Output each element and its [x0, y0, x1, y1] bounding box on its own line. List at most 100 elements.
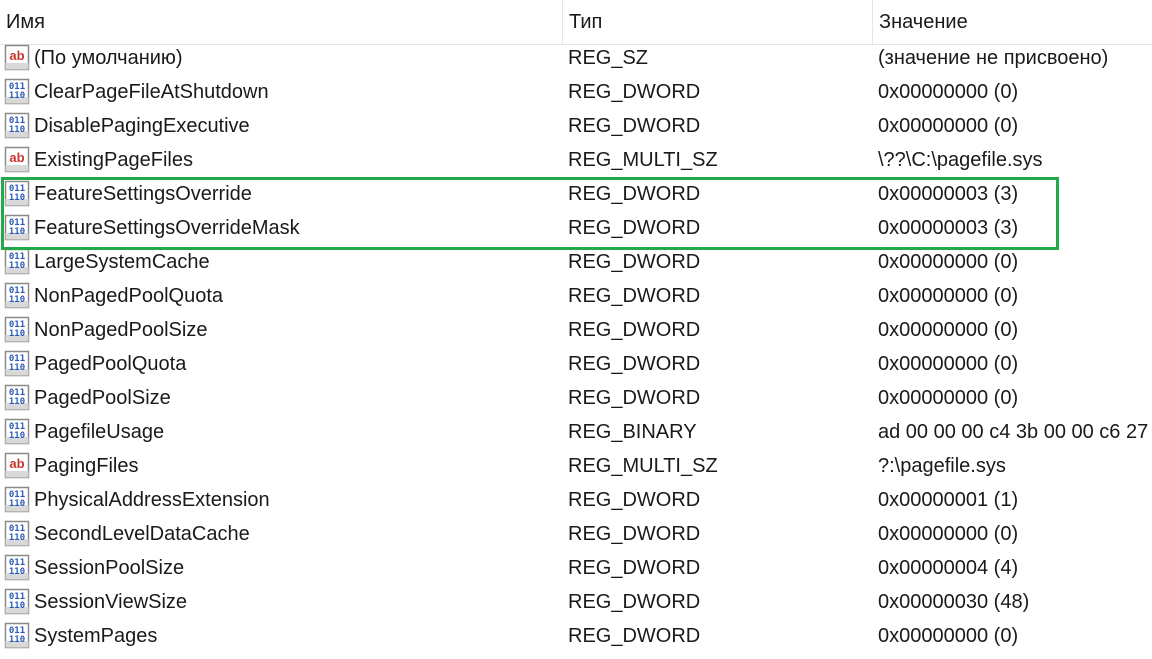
column-header-data[interactable]: Значение: [872, 0, 1152, 44]
value-data: 0x00000003 (3): [878, 183, 1019, 205]
value-name[interactable]: LargeSystemCache: [34, 245, 559, 279]
value-data: ?:\pagefile.sys: [878, 455, 1006, 477]
table-row[interactable]: 011 110 PagefileUsage REG_BINARY ad 00 00 00…: [0, 415, 1152, 449]
svg-text:110: 110: [9, 431, 25, 441]
column-header-type[interactable]: Тип: [562, 0, 872, 44]
table-row[interactable]: 011 110 NonPagedPoolQuota REG_DWORD 0x000000…: [0, 279, 1152, 313]
value-name[interactable]: PagedPoolSize: [34, 381, 559, 415]
value-name[interactable]: PagingFiles: [34, 449, 559, 483]
value-name[interactable]: SessionViewSize: [34, 585, 559, 619]
table-row[interactable]: 011 110 FeatureSettingsOverrideMask REG_DWO…: [0, 211, 1152, 245]
value-data: 0x00000030 (48): [878, 591, 1030, 613]
value-name[interactable]: SystemPages: [34, 619, 559, 653]
table-row[interactable]: 011 110 SecondLevelDataCache REG_DWORD 0x000…: [0, 517, 1152, 551]
svg-text:110: 110: [9, 193, 25, 203]
binary-value-icon: 011 110: [4, 180, 31, 208]
value-name[interactable]: PhysicalAddressExtension: [34, 483, 559, 517]
column-header: Имя Тип Значение: [0, 0, 1152, 45]
table-row[interactable]: ab PagingFiles REG_MULTI_SZ ?:\pagefile.sys: [0, 449, 1152, 483]
value-type: REG_DWORD: [568, 523, 701, 545]
value-type: REG_DWORD: [568, 489, 701, 511]
value-name[interactable]: ExistingPageFiles: [34, 143, 559, 177]
svg-text:110: 110: [9, 601, 25, 611]
binary-value-icon: 011 110: [4, 282, 31, 310]
binary-value-icon: 011 110: [4, 78, 31, 106]
value-type: REG_DWORD: [568, 81, 701, 103]
svg-text:110: 110: [9, 499, 25, 509]
svg-text:110: 110: [9, 125, 25, 135]
value-name[interactable]: SecondLevelDataCache: [34, 517, 559, 551]
table-row[interactable]: 011 110 PagedPoolSize REG_DWORD 0x00000000 (…: [0, 381, 1152, 415]
value-type: REG_DWORD: [568, 217, 701, 239]
svg-text:110: 110: [9, 397, 25, 407]
binary-value-icon: 011 110: [4, 316, 31, 344]
value-name[interactable]: PagefileUsage: [34, 415, 559, 449]
value-data: 0x00000000 (0): [878, 251, 1019, 273]
value-data: 0x00000003 (3): [878, 217, 1019, 239]
value-name[interactable]: NonPagedPoolSize: [34, 313, 559, 347]
value-type: REG_DWORD: [568, 353, 701, 375]
value-data: (значение не присвоено): [878, 47, 1109, 69]
value-type: REG_MULTI_SZ: [568, 455, 718, 477]
value-type: REG_DWORD: [568, 285, 701, 307]
table-row[interactable]: 011 110 SessionViewSize REG_DWORD 0x00000030…: [0, 585, 1152, 619]
registry-values-list[interactable]: Имя Тип Значение ab (По умолчанию) REG_SZ (…: [0, 0, 1152, 659]
value-data: 0x00000000 (0): [878, 523, 1019, 545]
value-data: 0x00000000 (0): [878, 81, 1019, 103]
svg-text:110: 110: [9, 567, 25, 577]
table-row[interactable]: 011 110 ClearPageFileAtShutdown REG_DWORD 0x…: [0, 75, 1152, 109]
binary-value-icon: 011 110: [4, 112, 31, 140]
value-name[interactable]: DisablePagingExecutive: [34, 109, 559, 143]
table-row[interactable]: 011 110 LargeSystemCache REG_DWORD 0x0000000…: [0, 245, 1152, 279]
value-data: 0x00000004 (4): [878, 557, 1019, 579]
table-row[interactable]: 011 110 PagedPoolQuota REG_DWORD 0x00000000 …: [0, 347, 1152, 381]
value-type: REG_DWORD: [568, 387, 701, 409]
table-row[interactable]: ab (По умолчанию) REG_SZ (значение не присв…: [0, 41, 1152, 75]
table-row[interactable]: 011 110 SessionPoolSize REG_DWORD 0x00000004…: [0, 551, 1152, 585]
value-data: \??\C:\pagefile.sys: [878, 149, 1043, 171]
binary-value-icon: 011 110: [4, 248, 31, 276]
value-type: REG_DWORD: [568, 183, 701, 205]
value-data: 0x00000000 (0): [878, 353, 1019, 375]
svg-text:110: 110: [9, 91, 25, 101]
value-data: 0x00000000 (0): [878, 625, 1019, 647]
rows-container: ab (По умолчанию) REG_SZ (значение не присв…: [0, 41, 1152, 653]
table-row[interactable]: 011 110 PhysicalAddressExtension REG_DWORD 0…: [0, 483, 1152, 517]
value-name[interactable]: FeatureSettingsOverride: [34, 177, 559, 211]
binary-value-icon: 011 110: [4, 588, 31, 616]
table-row[interactable]: 011 110 NonPagedPoolSize REG_DWORD 0x0000000…: [0, 313, 1152, 347]
table-row[interactable]: ab ExistingPageFiles REG_MULTI_SZ \??\C:\pa…: [0, 143, 1152, 177]
table-row[interactable]: 011 110 SystemPages REG_DWORD 0x00000000 (0): [0, 619, 1152, 653]
value-name[interactable]: FeatureSettingsOverrideMask: [34, 211, 559, 245]
svg-text:110: 110: [9, 329, 25, 339]
value-name[interactable]: ClearPageFileAtShutdown: [34, 75, 559, 109]
string-value-icon: ab: [4, 44, 31, 72]
svg-text:ab: ab: [9, 150, 24, 165]
svg-text:110: 110: [9, 363, 25, 373]
table-row[interactable]: 011 110 FeatureSettingsOverride REG_DWORD 0x…: [0, 177, 1152, 211]
value-type: REG_SZ: [568, 47, 649, 69]
svg-text:110: 110: [9, 295, 25, 305]
svg-text:ab: ab: [9, 48, 24, 63]
binary-value-icon: 011 110: [4, 418, 31, 446]
svg-text:110: 110: [9, 533, 25, 543]
value-name[interactable]: NonPagedPoolQuota: [34, 279, 559, 313]
value-name[interactable]: SessionPoolSize: [34, 551, 559, 585]
binary-value-icon: 011 110: [4, 554, 31, 582]
string-value-icon: ab: [4, 452, 31, 480]
column-header-name[interactable]: Имя: [0, 0, 562, 44]
binary-value-icon: 011 110: [4, 486, 31, 514]
binary-value-icon: 011 110: [4, 520, 31, 548]
svg-text:110: 110: [9, 227, 25, 237]
svg-text:110: 110: [9, 261, 25, 271]
value-data: 0x00000000 (0): [878, 387, 1019, 409]
value-type: REG_DWORD: [568, 251, 701, 273]
value-data: 0x00000000 (0): [878, 115, 1019, 137]
value-type: REG_DWORD: [568, 319, 701, 341]
string-value-icon: ab: [4, 146, 31, 174]
value-name[interactable]: (По умолчанию): [34, 41, 559, 75]
table-row[interactable]: 011 110 DisablePagingExecutive REG_DWORD 0x0…: [0, 109, 1152, 143]
value-type: REG_DWORD: [568, 115, 701, 137]
value-name[interactable]: PagedPoolQuota: [34, 347, 559, 381]
binary-value-icon: 011 110: [4, 350, 31, 378]
